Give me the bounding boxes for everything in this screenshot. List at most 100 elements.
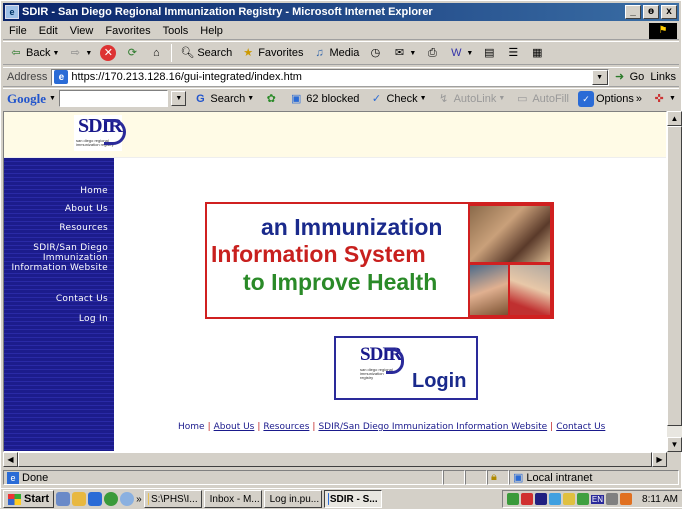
task-login-publication[interactable]: Log in.pu... [264, 490, 322, 508]
forward-arrow-icon: ⇨ [67, 45, 83, 61]
scroll-left-button[interactable]: ◀ [3, 452, 18, 467]
research-button[interactable]: ▦ [526, 43, 548, 63]
media-button[interactable]: ♫Media [308, 43, 362, 63]
nav-sdir-website[interactable]: SDIR/San Diego Immunization Information … [8, 243, 108, 273]
language-indicator[interactable]: EN [591, 495, 604, 504]
google-search-dropdown[interactable]: ▼ [171, 91, 186, 106]
tray-network-icon[interactable] [507, 493, 519, 505]
tray-messenger-icon[interactable] [577, 493, 589, 505]
menu-view[interactable]: View [64, 25, 100, 37]
task-sdir-browser[interactable]: SDIR - S... [324, 490, 382, 508]
taskbar: Start » S:\PHS\I... Inbox - M... Log in.… [1, 488, 682, 509]
tray-display-icon[interactable] [535, 493, 547, 505]
back-button[interactable]: ⇦Back▼ [5, 43, 62, 63]
google-extra-button[interactable]: ✜▼ [648, 89, 679, 109]
autolink-button[interactable]: ↯AutoLink▼ [433, 89, 509, 109]
refresh-button[interactable]: ⟳ [121, 43, 143, 63]
address-label: Address [3, 71, 51, 83]
horizontal-scroll-thumb[interactable] [18, 452, 652, 467]
horizontal-scrollbar[interactable]: ◀ ▶ [3, 452, 667, 467]
address-bar: Address e https://170.213.128.16/gui-int… [3, 67, 679, 87]
autofill-button[interactable]: ▭AutoFill [511, 89, 572, 109]
nav-log-in[interactable]: Log In [79, 314, 108, 324]
nav-resources[interactable]: Resources [59, 223, 108, 233]
tray-antivirus-icon[interactable] [620, 493, 632, 505]
tray-volume-icon[interactable] [606, 493, 618, 505]
go-button[interactable]: ➜Go [609, 67, 648, 87]
hero-banner: an Immunization Information System to Im… [205, 202, 554, 319]
pagerank-button[interactable]: ✿ [260, 89, 282, 109]
quicklaunch-outlook-icon[interactable] [72, 492, 86, 506]
google-logo[interactable]: Google [3, 91, 46, 107]
print-button[interactable]: ⎙ [421, 43, 443, 63]
footer-about-link[interactable]: About Us [214, 422, 255, 432]
home-button[interactable]: ⌂ [145, 43, 167, 63]
menu-tools[interactable]: Tools [157, 25, 195, 37]
tray-status-icon[interactable] [563, 493, 575, 505]
stop-button[interactable]: ✕ [97, 43, 119, 63]
toolbar-extra-icon: ✜ [651, 91, 667, 107]
title-bar[interactable]: e SDIR - San Diego Regional Immunization… [3, 3, 679, 21]
options-button[interactable]: ✓Options» [575, 89, 645, 109]
status-zone-cell: ▣Local intranet [509, 470, 679, 485]
quicklaunch-messenger-icon[interactable] [120, 492, 134, 506]
popup-blocker-button[interactable]: ▣62 blocked [285, 89, 362, 109]
favorites-button[interactable]: ★Favorites [237, 43, 306, 63]
google-menu-arrow-icon[interactable]: ▼ [49, 95, 56, 102]
maximize-button[interactable]: ɵ [643, 5, 659, 19]
google-search-icon: G [192, 91, 208, 107]
vertical-scroll-thumb[interactable] [667, 126, 682, 426]
tray-security-icon[interactable] [521, 493, 533, 505]
nav-about-us[interactable]: About Us [65, 204, 108, 214]
login-button[interactable]: SDIR san diego regional immunization reg… [334, 336, 478, 400]
status-text-cell: eDone [3, 470, 443, 485]
ie-icon: e [5, 5, 19, 19]
login-label: Login [412, 370, 466, 393]
scroll-down-button[interactable]: ▼ [667, 437, 682, 452]
photo-elderly-couple [510, 265, 550, 315]
mail-button[interactable]: ✉▼ [388, 43, 419, 63]
menu-favorites[interactable]: Favorites [99, 25, 156, 37]
task-inbox[interactable]: Inbox - M... [204, 490, 262, 508]
search-button[interactable]: 🔍︎Search [176, 43, 235, 63]
footer-sdir-website-link[interactable]: SDIR/San Diego Immunization Information … [318, 422, 547, 432]
address-input[interactable]: e https://170.213.128.16/gui-integrated/… [51, 69, 608, 86]
autolink-icon: ↯ [436, 91, 452, 107]
footer-contact-link[interactable]: Contact Us [556, 422, 605, 432]
history-button[interactable]: ◷ [364, 43, 386, 63]
discuss-button[interactable]: ▤ [478, 43, 500, 63]
vertical-scrollbar[interactable]: ▲ ▼ [667, 111, 682, 452]
quicklaunch-media-icon[interactable] [104, 492, 118, 506]
footer-nav: Home|About Us|Resources|SDIR/San Diego I… [178, 422, 605, 432]
messenger-button[interactable]: ☰ [502, 43, 524, 63]
close-button[interactable]: x [661, 5, 677, 19]
footer-home-link[interactable]: Home [178, 422, 205, 432]
google-search-input[interactable] [59, 90, 168, 107]
forward-button[interactable]: ⇨▼ [64, 43, 95, 63]
google-search-button[interactable]: GSearch▼ [189, 89, 257, 109]
quicklaunch-ie-icon[interactable] [88, 492, 102, 506]
links-button[interactable]: Links [647, 67, 679, 87]
scroll-up-button[interactable]: ▲ [667, 111, 682, 126]
clock[interactable]: 8:11 AM [642, 494, 678, 505]
spell-check-button[interactable]: ✓Check▼ [365, 89, 429, 109]
task-explorer-folder[interactable]: S:\PHS\I... [144, 490, 202, 508]
nav-contact-us[interactable]: Contact Us [56, 294, 108, 304]
history-icon: ◷ [367, 45, 383, 61]
footer-resources-link[interactable]: Resources [263, 422, 309, 432]
menu-edit[interactable]: Edit [33, 25, 64, 37]
start-button[interactable]: Start [3, 490, 54, 508]
address-url: https://170.213.128.16/gui-integrated/in… [71, 71, 302, 83]
menu-file[interactable]: File [3, 25, 33, 37]
minimize-button[interactable]: _ [625, 5, 641, 19]
search-icon: 🔍︎ [179, 45, 195, 61]
nav-home[interactable]: Home [80, 186, 108, 196]
quicklaunch-more-icon[interactable]: » [136, 494, 142, 505]
quicklaunch-desktop-icon[interactable] [56, 492, 70, 506]
sdir-logo[interactable]: SDIR san diego regional immunization reg… [74, 115, 122, 151]
address-dropdown-button[interactable]: ▼ [592, 70, 608, 85]
edit-button[interactable]: W▼ [445, 43, 476, 63]
tray-sync-icon[interactable] [549, 493, 561, 505]
scroll-right-button[interactable]: ▶ [652, 452, 667, 467]
menu-help[interactable]: Help [194, 25, 229, 37]
